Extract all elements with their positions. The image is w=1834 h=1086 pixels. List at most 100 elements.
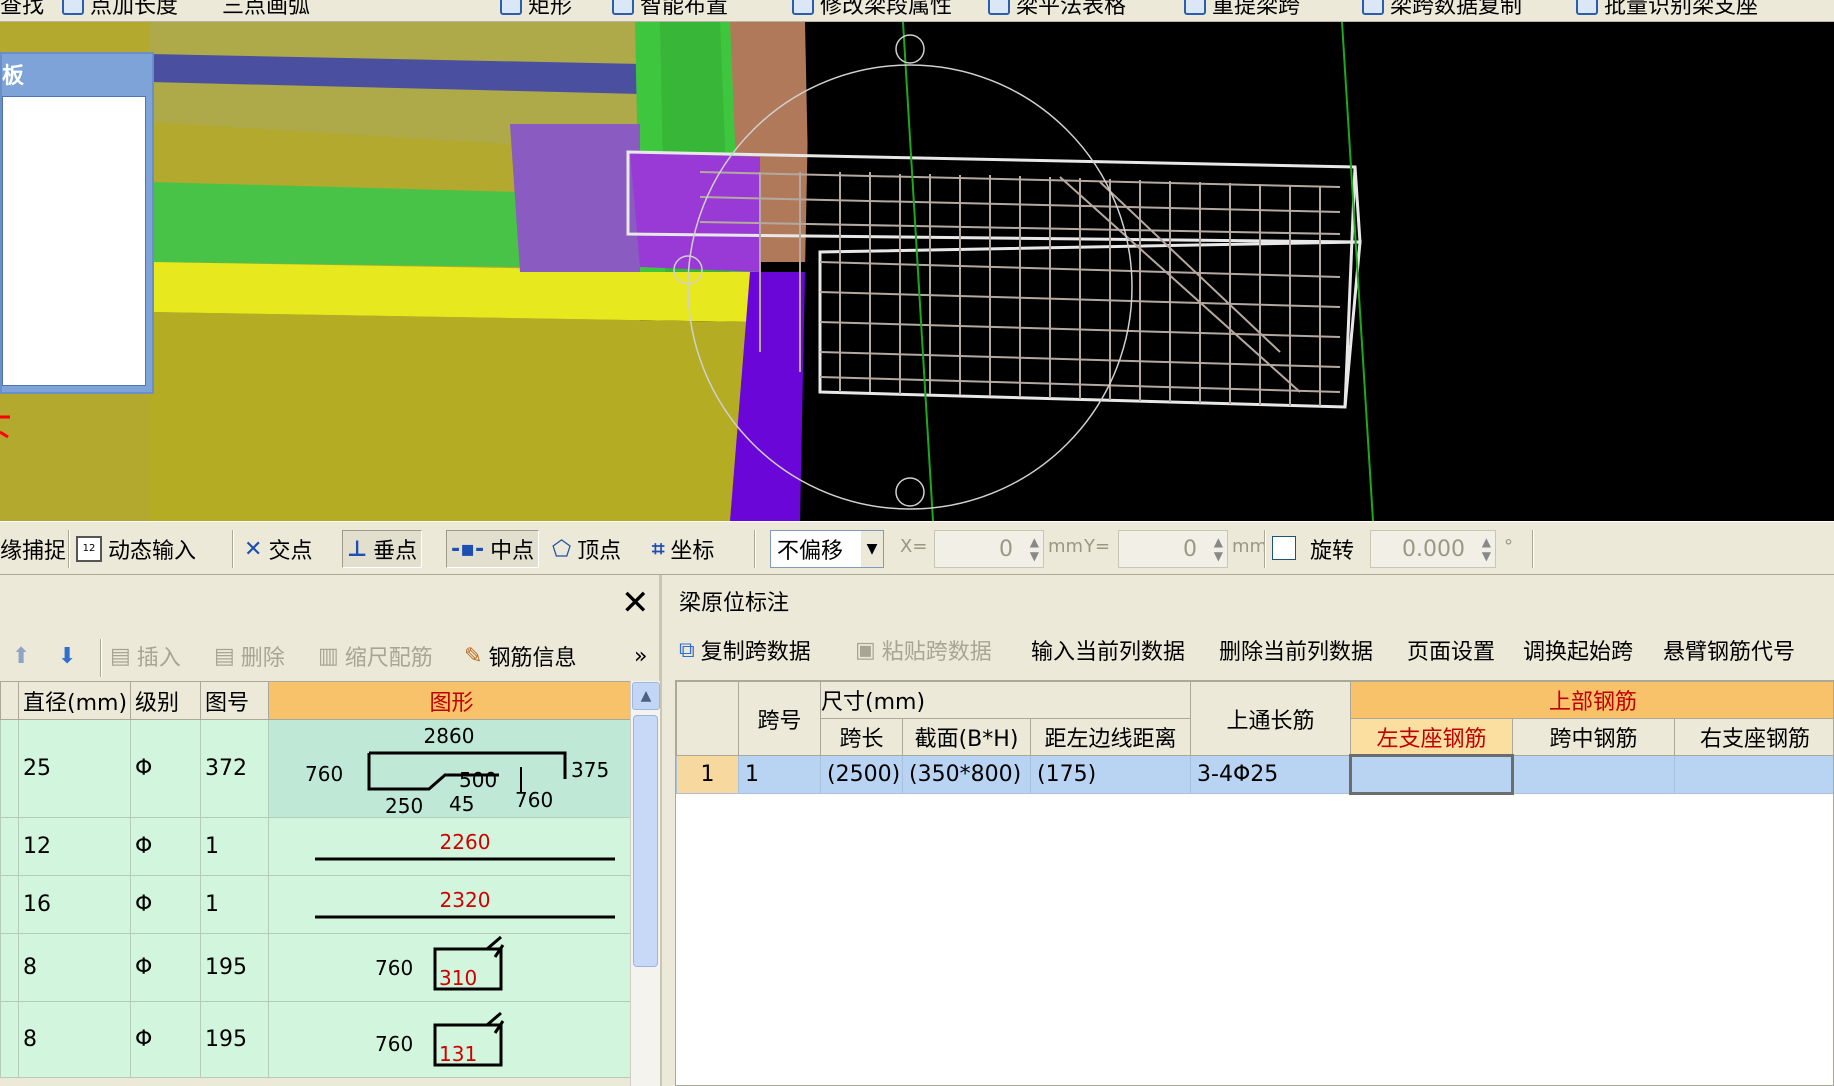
copy-span-button[interactable]: ⧉ 复制跨数据 — [679, 633, 811, 667]
snap-toolbar: 缘捕捉 12 动态输入 ✕ 交点 ⊥ 垂点 -▪- 中点 ⬠ 顶点 ⌗ 坐标 不… — [0, 521, 1834, 575]
toolbar-three-point-arc[interactable]: 三点画弧 — [222, 0, 310, 20]
cell-right-support[interactable] — [1674, 755, 1833, 794]
row-number[interactable]: 1 — [676, 755, 739, 794]
toolbar-find[interactable]: 查找 — [0, 0, 44, 20]
toolbar-span-copy[interactable]: 梁跨数据复制 — [1362, 0, 1522, 20]
cell-grade[interactable]: Φ — [130, 933, 201, 1002]
cell-fig-no[interactable]: 195 — [200, 933, 269, 1002]
cell-top-through[interactable]: 3-4Φ25 — [1190, 755, 1352, 794]
beam-grid[interactable]: 跨号 尺寸(mm) 上通长筋 上部钢筋 跨长 截面(B*H) 距左边线距离 左支… — [675, 680, 1834, 1086]
toolbar-modify-beam[interactable]: 修改梁段属性 — [792, 0, 952, 20]
cell-shape[interactable]: 2260 — [268, 817, 631, 876]
more-tools-icon[interactable]: » — [634, 639, 647, 673]
cell-diameter[interactable]: 16 — [18, 875, 131, 934]
cell-left-support[interactable] — [1349, 754, 1515, 795]
cell-grade[interactable]: Φ — [130, 1001, 201, 1078]
coordinate-snap[interactable]: ⌗ 坐标 — [652, 530, 714, 568]
dynamic-input-toggle[interactable]: 12 动态输入 — [76, 530, 196, 568]
cell-diameter[interactable]: 25 — [18, 719, 131, 818]
cell-shape[interactable]: 2860 760 375 500 250 45 760 — [268, 719, 631, 818]
toolbar-rectangle[interactable]: 矩形 — [500, 0, 572, 20]
cell-fig-no[interactable]: 1 — [200, 817, 269, 876]
toolbar-point-length[interactable]: 点加长度 — [62, 0, 178, 20]
table-row[interactable]: 16 Φ 1 2320 — [0, 875, 631, 934]
cell-grade[interactable]: Φ — [130, 817, 201, 876]
toolbar-batch-identify[interactable]: 批量识别梁支座 — [1576, 0, 1758, 20]
intersection-icon: ✕ — [244, 536, 263, 562]
spinner-icon[interactable]: ▲ ▼ — [1214, 535, 1223, 563]
table-row[interactable]: 1 1 (2500) (350*800) (175) 3-4Φ25 — [676, 754, 1833, 795]
cell-grade[interactable]: Φ — [130, 719, 201, 818]
col-size-group[interactable]: 尺寸(mm) — [819, 681, 1192, 719]
col-right-support[interactable]: 右支座钢筋 — [1674, 718, 1833, 756]
spinner-icon[interactable]: ▲ ▼ — [1030, 535, 1039, 563]
table-row[interactable]: 12 Φ 1 2260 — [0, 817, 631, 876]
cell-diameter[interactable]: 12 — [18, 817, 131, 876]
cell-diameter[interactable]: 8 — [18, 933, 131, 1002]
cell-section[interactable]: (350*800) — [902, 755, 1031, 794]
spinner-icon[interactable]: ▲ ▼ — [1482, 535, 1491, 563]
vertical-scrollbar[interactable]: ▲ — [630, 681, 660, 1086]
toolbar-smart-layout[interactable]: 智能布置 — [612, 0, 728, 20]
col-shape[interactable]: 图形 — [268, 681, 631, 720]
separator — [100, 639, 102, 677]
cell-fig-no[interactable]: 1 — [200, 875, 269, 934]
col-span-no[interactable]: 跨号 — [738, 681, 821, 756]
paste-span-button[interactable]: ▣ 粘贴跨数据 — [855, 633, 992, 667]
rotate-checkbox[interactable] — [1272, 536, 1296, 560]
table-row[interactable]: 8 Φ 195 760 310 — [0, 933, 631, 1002]
col-left-support[interactable]: 左支座钢筋 — [1350, 718, 1514, 756]
edge-snap-toggle[interactable]: 缘捕捉 — [0, 530, 66, 568]
col-top-rebar[interactable]: 上部钢筋 — [1350, 681, 1833, 719]
delete-button[interactable]: ▤ 删除 — [214, 639, 285, 673]
rebar-info-button[interactable]: ✎ 钢筋信息 — [464, 639, 576, 673]
delete-column-button[interactable]: 删除当前列数据 — [1219, 633, 1373, 667]
scroll-up-icon[interactable]: ▲ — [632, 682, 660, 710]
scrollbar-thumb[interactable] — [633, 715, 658, 967]
scale-rebar-button[interactable]: ▥ 缩尺配筋 — [318, 639, 433, 673]
cell-span-len[interactable]: (2500) — [820, 755, 903, 794]
table-row[interactable]: 8 Φ 195 760 131 — [0, 1001, 631, 1078]
vertex-snap[interactable]: ⬠ 顶点 — [552, 530, 621, 568]
cell-span-no[interactable]: 1 — [738, 755, 821, 794]
cell-diameter[interactable]: 8 — [18, 1001, 131, 1078]
col-grade[interactable]: 级别 — [130, 681, 201, 720]
cell-shape[interactable]: 2320 — [268, 875, 631, 934]
insert-button[interactable]: ▤ 插入 — [110, 639, 181, 673]
swap-start-span-button[interactable]: 调换起始跨 — [1523, 633, 1633, 667]
col-section[interactable]: 截面(B*H) — [902, 718, 1031, 756]
cell-mid-span[interactable] — [1512, 755, 1676, 794]
x-coordinate-input[interactable]: 0 ▲ ▼ — [934, 530, 1044, 568]
col-diameter[interactable]: 直径(mm) — [18, 681, 131, 720]
shape-label: 2260 — [440, 830, 491, 854]
offset-select[interactable]: 不偏移 ▼ — [770, 530, 884, 568]
move-up-icon[interactable]: ⬆ — [12, 639, 30, 673]
table-row[interactable]: 25 Φ 372 2860 760 375 500 250 45 760 — [0, 719, 631, 818]
cell-shape[interactable]: 760 131 — [268, 1001, 631, 1078]
close-icon[interactable]: ✕ — [621, 583, 650, 623]
floating-panel[interactable]: 板 — [0, 52, 154, 394]
chevron-down-icon[interactable]: ▼ — [861, 531, 883, 567]
cell-fig-no[interactable]: 195 — [200, 1001, 269, 1078]
toolbar-reextract-span[interactable]: 重提梁跨 — [1184, 0, 1300, 20]
col-dist-left[interactable]: 距左边线距离 — [1029, 718, 1192, 756]
cell-fig-no[interactable]: 372 — [200, 719, 269, 818]
y-coordinate-input[interactable]: 0 ▲ ▼ — [1118, 530, 1228, 568]
midpoint-snap[interactable]: -▪- 中点 — [446, 530, 540, 568]
col-top-through[interactable]: 上通长筋 — [1190, 681, 1352, 756]
cell-shape[interactable]: 760 310 — [268, 933, 631, 1002]
cantilever-code-button[interactable]: 悬臂钢筋代号 — [1663, 633, 1795, 667]
perpendicular-snap[interactable]: ⊥ 垂点 — [342, 530, 423, 568]
rotate-angle-input[interactable]: 0.000 ▲ ▼ — [1370, 530, 1496, 568]
move-down-icon[interactable]: ⬇ — [58, 639, 76, 673]
3d-viewport[interactable]: 板 — [0, 22, 1834, 521]
cell-dist-left[interactable]: (175) — [1029, 755, 1192, 794]
cell-grade[interactable]: Φ — [130, 875, 201, 934]
col-mid-span[interactable]: 跨中钢筋 — [1512, 718, 1676, 756]
intersection-snap[interactable]: ✕ 交点 — [244, 530, 312, 568]
input-column-button[interactable]: 输入当前列数据 — [1031, 633, 1185, 667]
toolbar-beam-table[interactable]: 梁平法表格 — [988, 0, 1126, 20]
page-setup-button[interactable]: 页面设置 — [1407, 633, 1495, 667]
col-span-len[interactable]: 跨长 — [820, 718, 903, 756]
col-fig-no[interactable]: 图号 — [200, 681, 269, 720]
